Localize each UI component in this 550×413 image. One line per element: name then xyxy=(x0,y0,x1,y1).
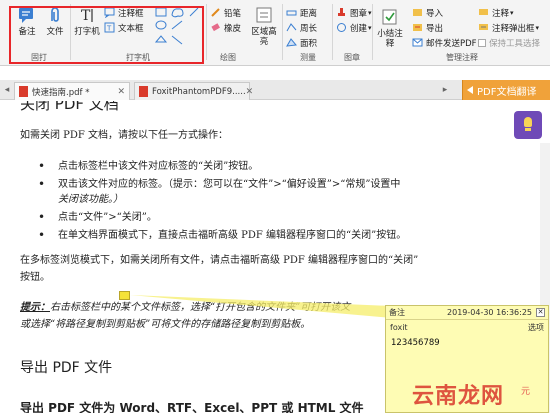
comment-icon xyxy=(479,9,488,15)
checkbox-icon xyxy=(478,38,486,47)
group-label-drawing: 绘图 xyxy=(220,53,236,62)
collapse-arrow-icon xyxy=(467,86,473,94)
comment-popup-icon xyxy=(479,24,488,30)
close-icon[interactable]: ✕ xyxy=(246,87,254,97)
keep-tool-checkbox[interactable]: 保持工具选择 xyxy=(478,36,540,49)
create-icon xyxy=(337,23,346,32)
separator xyxy=(282,4,283,60)
tip-line2: 或选择“将路径复制到剪贴板”可将文件的存储路径复制到剪贴板。 xyxy=(20,319,311,330)
separator xyxy=(206,4,207,60)
separator xyxy=(372,4,373,60)
chevron-down-icon: ▾ xyxy=(368,23,372,32)
eraser-button[interactable]: 橡皮 xyxy=(210,21,241,34)
lightbulb-icon[interactable] xyxy=(514,111,542,139)
pencil-button[interactable]: 铅笔 xyxy=(210,6,241,19)
summarize-comments-button[interactable]: 小结注释 xyxy=(376,6,404,49)
import-button[interactable]: 导入 xyxy=(412,6,443,19)
chevron-down-icon: ▾ xyxy=(368,8,372,17)
group-manage-comments: 小结注释 导入 导出 邮件发送PDF 注释 ▾ 注释弹出框 ▾ 保持工具选择 管理注… xyxy=(374,2,550,64)
list-item: 点击标签栏中该文件对应标签的“关闭”按钮。 xyxy=(38,159,508,174)
comment-popup-dropdown[interactable]: 注释弹出框 ▾ xyxy=(478,21,539,34)
area-highlight-icon xyxy=(256,7,272,23)
section-heading: 关闭 PDF 文档 xyxy=(20,101,119,113)
export-icon xyxy=(413,24,422,31)
export-heading: 导出 PDF 文件 xyxy=(20,360,113,376)
note-content[interactable]: 123456789 xyxy=(386,334,548,352)
stamp-icon xyxy=(338,8,345,16)
list-item: 在单文档界面模式下，直接点击福昕高级 PDF 编辑器程序窗口的“关闭”按钮。 xyxy=(38,228,508,243)
watermark-logo: 云南龙网 xyxy=(412,384,505,409)
note-popup-meta: foxit 选项 xyxy=(386,320,548,334)
close-icon[interactable]: ✕ xyxy=(536,308,545,317)
note-options-button[interactable]: 选项 xyxy=(528,322,544,333)
group-drawing: 铅笔 橡皮 绘图 xyxy=(208,2,248,64)
pencil-icon xyxy=(211,8,220,17)
note-popup-header: 备注 2019-04-30 16:36:25 ✕ xyxy=(386,306,548,320)
list-item: 双击该文件对应的标签。（提示：您可以在“文件”>“偏好设置”>“常规”设置中 xyxy=(38,177,508,192)
perimeter-button[interactable]: 周长 xyxy=(286,21,317,34)
area-button[interactable]: 面积 xyxy=(286,36,317,49)
tip-line1: 提示：右击标签栏中的某个文件标签，选择“打开包含的文件夹”可打开该文 xyxy=(20,302,351,313)
highlight-box xyxy=(9,6,204,64)
bullet-list: 点击标签栏中该文件对应标签的“关闭”按钮。 双击该文件对应的标签。（提示：您可以… xyxy=(38,159,508,243)
group-label-measure: 测量 xyxy=(300,53,316,62)
ribbon-toolbar: 备注 文件 固打 T 打字机 注释框 T 文本框 打字机 铅笔 橡皮 绘图 区域… xyxy=(0,0,550,66)
tab-foxit-phantompdf[interactable]: FoxitPhantomPDF9..... ✕ xyxy=(134,82,253,100)
email-pdf-button[interactable]: 邮件发送PDF xyxy=(412,36,477,49)
distance-button[interactable]: 距离 xyxy=(286,6,317,19)
eraser-icon xyxy=(211,23,220,32)
watermark-small: 元 xyxy=(521,387,531,397)
area-highlight-button[interactable]: 区域高亮 xyxy=(250,4,278,47)
note-author: foxit xyxy=(390,322,408,332)
pdf-file-icon xyxy=(19,86,28,97)
export-button[interactable]: 导出 xyxy=(412,21,443,34)
group-measure: 距离 周长 面积 测量 xyxy=(284,2,332,64)
list-item-continuation: 关闭该功能。） xyxy=(58,194,123,205)
stamp-button[interactable]: 图章 ▾ xyxy=(336,6,372,19)
perimeter-icon xyxy=(286,23,297,32)
pdf-file-icon xyxy=(139,86,148,97)
comment-dropdown[interactable]: 注释 ▾ xyxy=(478,6,514,19)
separator xyxy=(332,4,333,60)
note-popup-title: 备注 xyxy=(389,308,405,317)
summarize-icon xyxy=(382,9,397,25)
area-icon xyxy=(286,38,297,47)
ruler-icon xyxy=(286,10,297,16)
tab-scroll-left-icon[interactable]: ◂ xyxy=(2,84,12,96)
pdf-translate-button[interactable]: PDF文档翻译 xyxy=(462,80,550,100)
group-stamp: 图章 ▾ 创建 ▾ 图章 xyxy=(334,2,372,64)
multi-tab-paragraph-line1: 在多标签浏览模式下，如需关闭所有文件，请点击福昕高级 PDF 编辑器程序窗口的“… xyxy=(20,255,419,266)
email-icon xyxy=(412,38,423,47)
multi-tab-paragraph-line2: 按钮。 xyxy=(20,272,50,283)
group-label-stamp: 图章 xyxy=(344,53,360,62)
chevron-down-icon: ▾ xyxy=(510,8,514,17)
note-marker-icon[interactable] xyxy=(119,291,130,300)
note-popup-datetime: 2019-04-30 16:36:25 xyxy=(447,308,532,317)
create-stamp-button[interactable]: 创建 ▾ xyxy=(336,21,372,34)
tab-label: FoxitPhantomPDF9..... xyxy=(152,86,246,97)
tab-label: 快速指南.pdf * xyxy=(32,87,90,98)
group-label-manage: 管理注释 xyxy=(446,53,478,62)
export-subheading: 导出 PDF 文件为 Word、RTF、Excel、PPT 或 HTML 文件 xyxy=(20,401,364,413)
tab-scroll-right-icon[interactable]: ▸ xyxy=(440,84,450,96)
chevron-down-icon: ▾ xyxy=(535,23,540,32)
intro-paragraph: 如需关闭 PDF 文档，请按以下任一方式操作： xyxy=(20,130,229,141)
list-item: 点击“文件”>“关闭”。 xyxy=(38,210,508,225)
import-icon xyxy=(413,9,422,16)
tab-quick-guide[interactable]: 快速指南.pdf * ✕ xyxy=(14,82,130,100)
close-icon[interactable]: ✕ xyxy=(117,87,125,97)
